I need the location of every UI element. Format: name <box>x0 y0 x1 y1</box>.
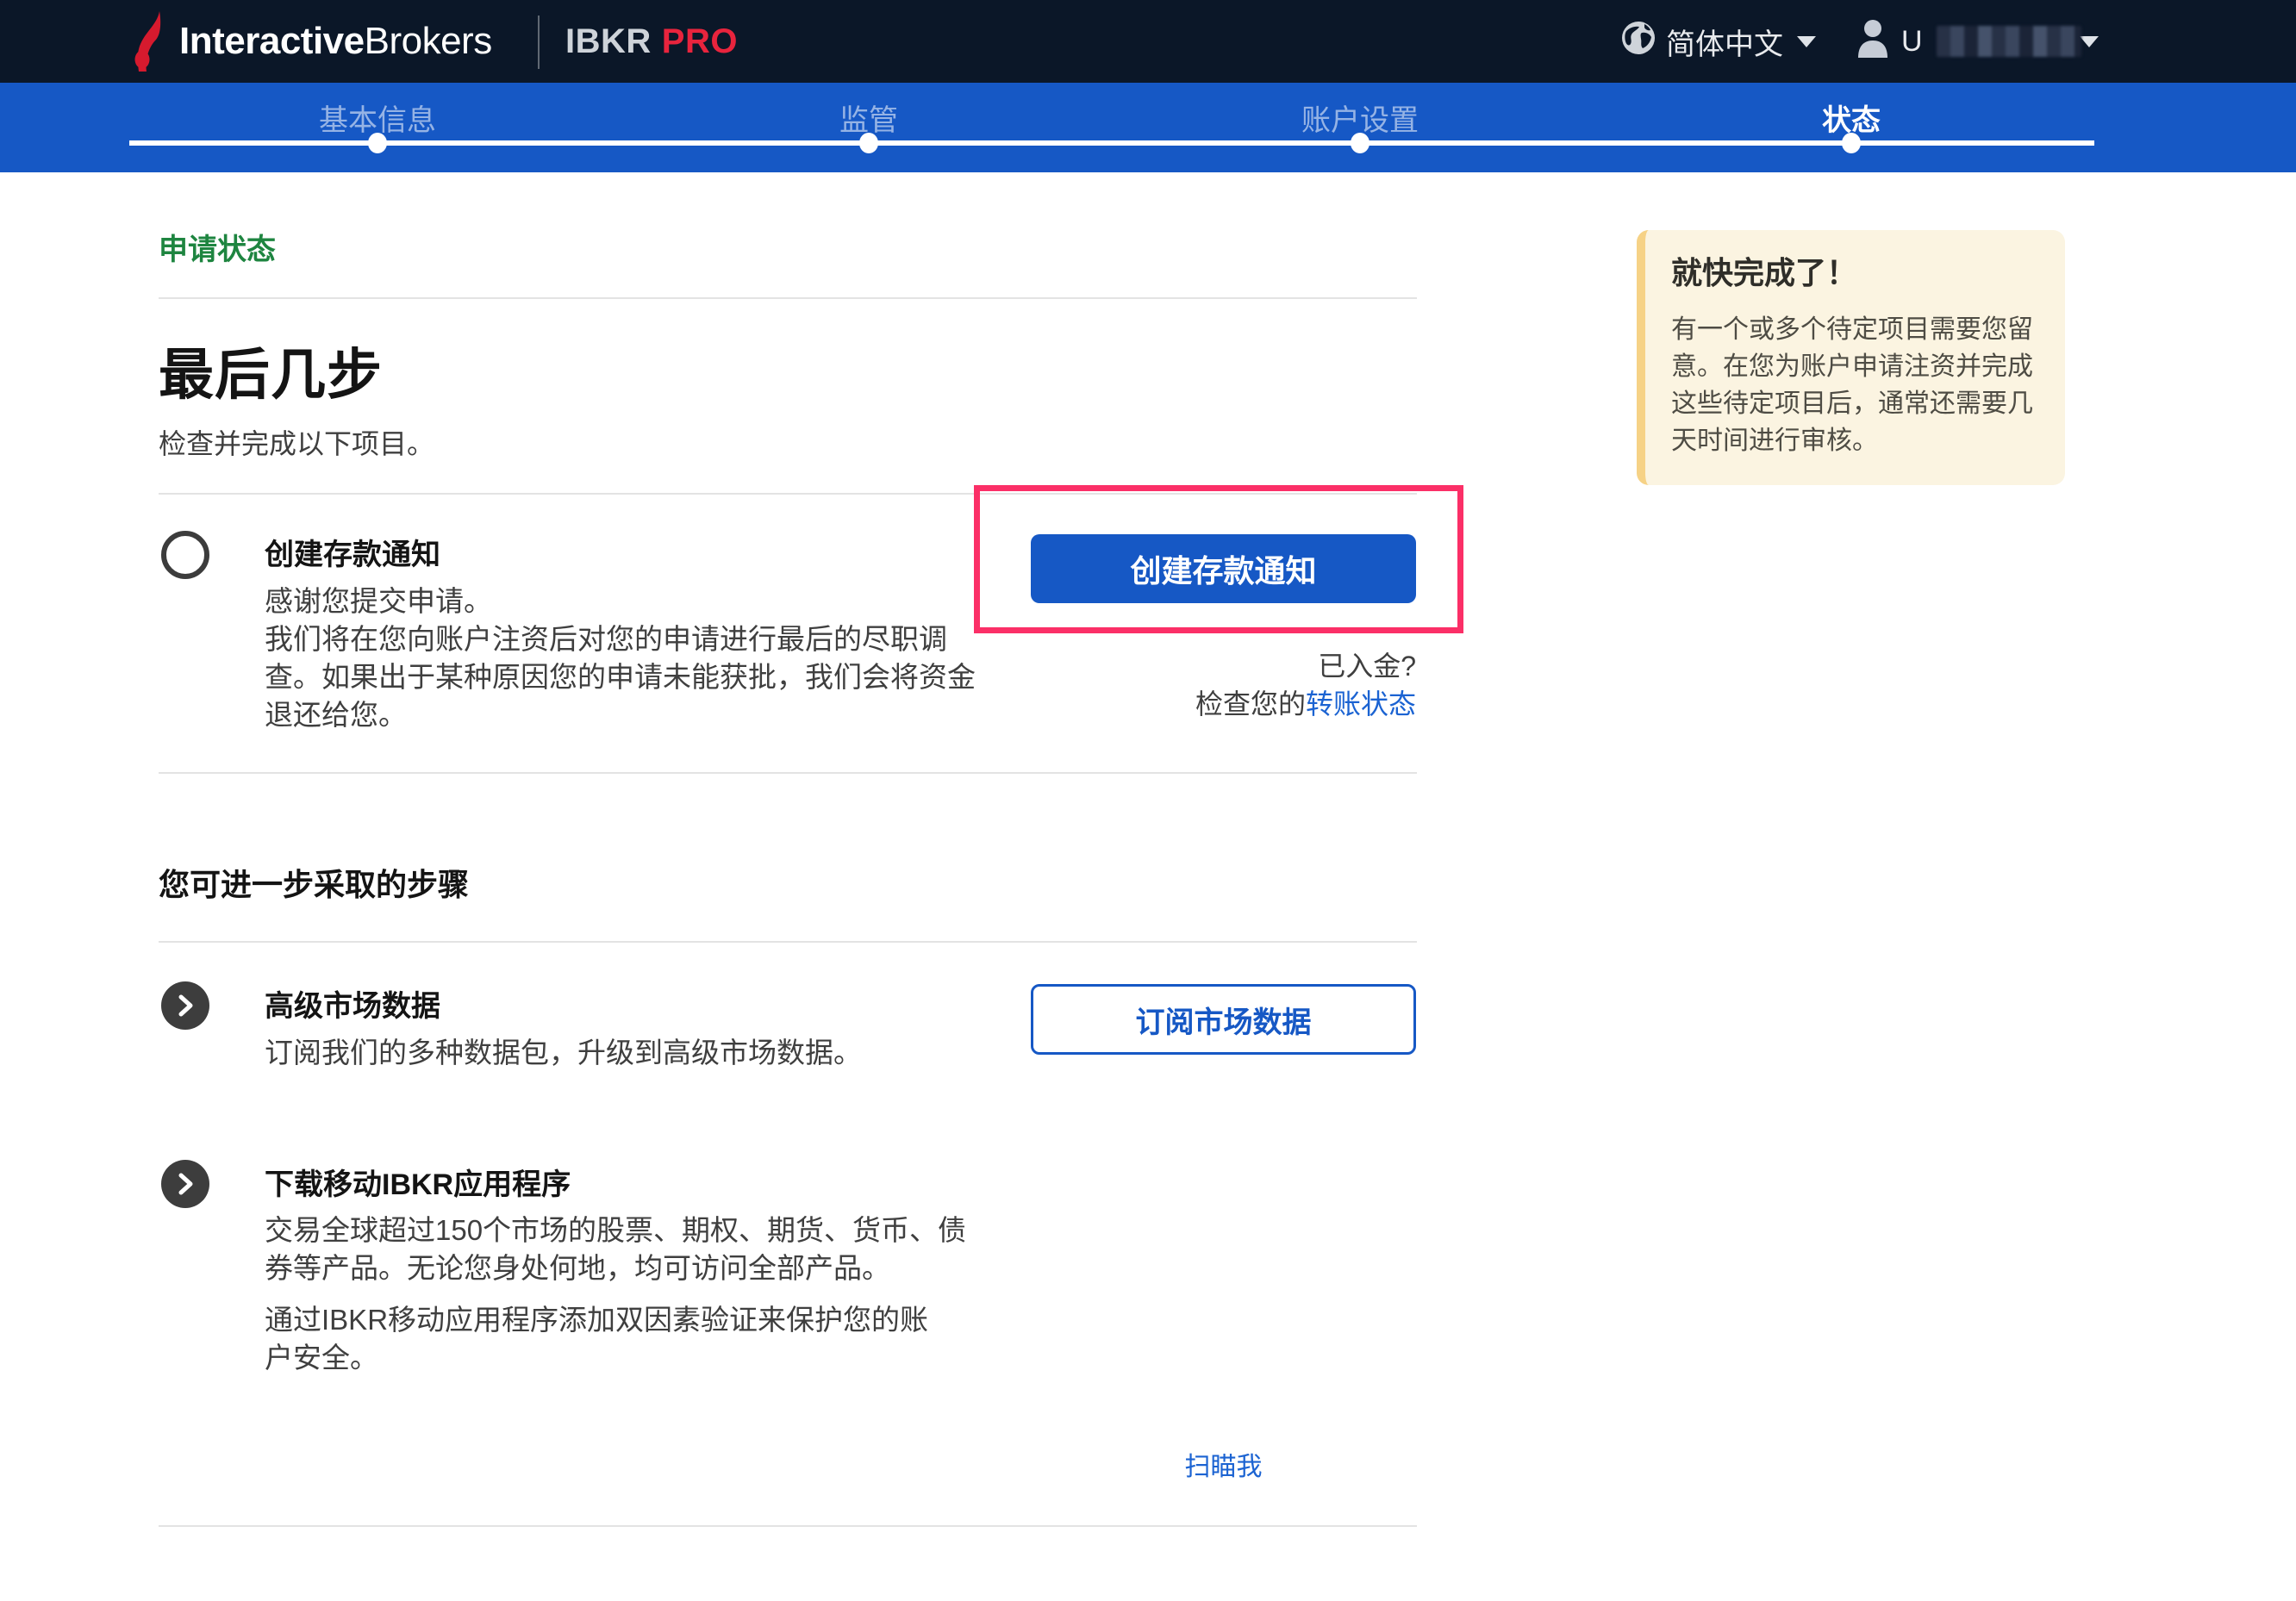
language-selector[interactable]: 简体中文 <box>1621 0 1816 83</box>
task-text-line2: 我们将在您向账户注资后对您的申请进行最后的尽职调查。如果出于某种原因您的申请未能… <box>265 620 980 734</box>
language-label: 简体中文 <box>1666 21 1783 63</box>
navbar-divider <box>538 16 540 69</box>
divider <box>159 772 1417 774</box>
transfer-status-link[interactable]: 转账状态 <box>1306 688 1416 720</box>
step-dot <box>1351 133 1369 153</box>
almost-done-card: 就快完成了！ 有一个或多个待定项目需要您留意。在您为账户申请注资并完成这些待定项… <box>1637 230 2065 485</box>
card-title: 就快完成了！ <box>1671 254 2039 292</box>
task-text-line1: 感谢您提交申请。 <box>265 582 980 620</box>
top-navbar: InteractiveBrokers IBKR PRO 简体中文 <box>0 0 2296 83</box>
mobile-app-description-1: 交易全球超过150个市场的股票、期权、期货、货币、债券等产品。无论您身处何地，均… <box>265 1212 989 1287</box>
pending-task-circle-icon <box>161 531 209 579</box>
already-funded-text: 已入金? <box>1031 645 1416 684</box>
divider <box>159 297 1417 299</box>
market-data-heading: 高级市场数据 <box>265 982 440 1025</box>
username-prefix: U <box>1901 25 1923 59</box>
card-body: 有一个或多个待定项目需要您留意。在您为账户申请注资并完成这些待定项目后，通常还需… <box>1671 311 2039 459</box>
step-dot <box>368 133 387 153</box>
user-icon <box>1855 18 1891 65</box>
brand-regular: Brokers <box>365 20 492 62</box>
brand-name: InteractiveBrokers <box>179 0 492 83</box>
divider <box>159 941 1417 943</box>
divider <box>159 1525 1417 1527</box>
check-transfer-line: 检查您的转账状态 <box>945 682 1416 722</box>
mobile-app-description-2: 通过IBKR移动应用程序添加双因素验证来保护您的账户安全。 <box>265 1301 954 1377</box>
step-dot <box>859 133 878 153</box>
globe-icon <box>1621 21 1656 63</box>
market-data-description: 订阅我们的多种数据包，升级到高级市场数据。 <box>265 1034 1006 1072</box>
page: InteractiveBrokers IBKR PRO 简体中文 <box>0 0 2296 1601</box>
next-steps-heading: 您可进一步采取的步骤 <box>159 860 469 905</box>
task-heading: 创建存款通知 <box>265 531 440 573</box>
caret-down-icon <box>1797 36 1816 47</box>
plan-badge: IBKR PRO <box>565 0 738 83</box>
brand-bold: Interactive <box>179 20 365 62</box>
user-menu[interactable]: U <box>1855 0 2099 83</box>
application-status-label: 申请状态 <box>159 226 276 268</box>
wizard-progress-bar: 基本信息 监管 账户设置 状态 <box>0 83 2296 172</box>
page-title: 最后几步 <box>159 331 383 410</box>
username-redacted <box>1937 26 2081 57</box>
page-subtitle: 检查并完成以下项目。 <box>159 422 434 462</box>
progress-line <box>129 140 2094 146</box>
chevron-right-icon <box>161 1160 209 1208</box>
interactive-brokers-logo-icon <box>131 10 169 78</box>
scan-me-line: 扫瞄我 <box>1031 1445 1416 1483</box>
plan-tier: PRO <box>662 22 738 60</box>
step-dot <box>1842 133 1861 153</box>
create-deposit-notification-button[interactable]: 创建存款通知 <box>1031 534 1416 603</box>
subscribe-market-data-button[interactable]: 订阅市场数据 <box>1031 984 1416 1055</box>
caret-down-icon <box>2080 36 2099 47</box>
plan-name: IBKR <box>565 22 652 60</box>
chevron-right-icon <box>161 981 209 1030</box>
scan-me-link[interactable]: 扫瞄我 <box>1185 1453 1263 1481</box>
check-prefix-text: 检查您的 <box>1195 688 1306 720</box>
mobile-app-heading: 下载移动IBKR应用程序 <box>265 1161 571 1203</box>
